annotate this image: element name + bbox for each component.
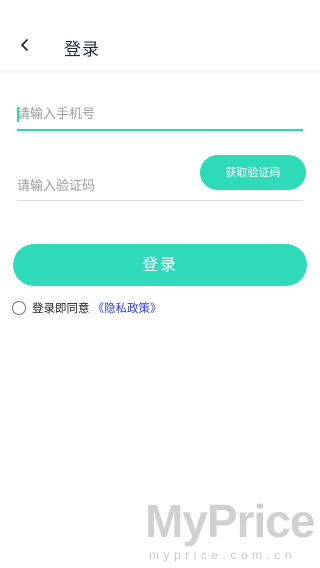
back-button[interactable] xyxy=(14,34,36,56)
page-title: 登录 xyxy=(64,40,100,60)
watermark-domain: myprice.com.cn xyxy=(149,548,297,562)
phone-input[interactable] xyxy=(17,100,303,129)
agreement-text: 登录即同意 xyxy=(32,301,90,315)
code-field[interactable] xyxy=(17,172,303,201)
verification-code-input[interactable] xyxy=(17,172,303,200)
watermark-brand: MyPrice xyxy=(145,495,315,547)
login-button[interactable]: 登录 xyxy=(13,244,307,286)
agreement-row: 登录即同意 《隐私政策》 xyxy=(12,299,162,317)
agreement-radio[interactable] xyxy=(12,301,26,315)
watermark: MyPrice myprice.com.cn xyxy=(145,495,320,568)
phone-field[interactable] xyxy=(17,100,303,131)
text-cursor xyxy=(17,107,19,122)
app-header: 登录 xyxy=(0,0,320,70)
chevron-left-icon xyxy=(21,39,28,51)
privacy-policy-link[interactable]: 《隐私政策》 xyxy=(93,300,162,316)
